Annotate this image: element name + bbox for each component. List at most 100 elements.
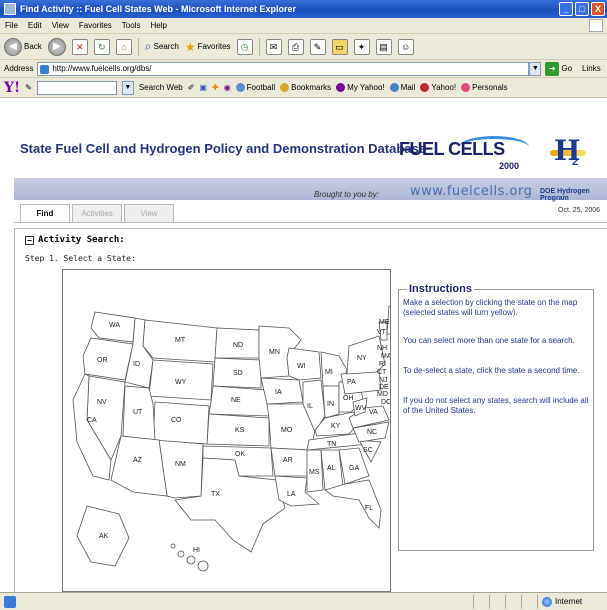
print-icon[interactable]: ⎙ — [287, 38, 304, 55]
menu-view[interactable]: View — [52, 21, 69, 30]
page-date: Oct. 25, 2006 — [558, 207, 601, 214]
state-shapes — [72, 305, 390, 553]
folder-icon[interactable]: ▭ — [331, 38, 348, 55]
security-zone[interactable]: Internet — [537, 594, 607, 609]
us-state-map[interactable]: WA OR ID MT ND SD MN WI MI NY VT ME NH M… — [62, 269, 391, 592]
toolbar-separator — [137, 37, 139, 56]
menu-help[interactable]: Help — [150, 21, 166, 30]
menu-file[interactable]: File — [5, 21, 18, 30]
state-az[interactable] — [110, 435, 168, 497]
map-label-nv: NV — [97, 399, 107, 406]
messenger-icon[interactable]: ✦ — [353, 38, 370, 55]
address-label: Address — [4, 64, 34, 73]
yahoo-toolbar: Y! ✎ ▼ Search Web ✐ ▣ ✚ ◉ Football Bookm… — [0, 78, 607, 98]
tab-find[interactable]: Find — [20, 204, 70, 222]
map-label-ca: CA — [87, 417, 97, 424]
map-label-nd: ND — [233, 342, 243, 349]
go-button[interactable]: ➜ Go — [545, 61, 572, 76]
search-label: Search — [153, 42, 179, 51]
instruction-paragraph: To de-select a state, click the state a … — [403, 366, 580, 375]
yahoo-item-football[interactable]: Football — [235, 83, 275, 92]
home-icon[interactable]: ⌂ — [115, 38, 132, 55]
map-label-ct: CT — [377, 369, 387, 376]
map-label-ma: MA — [381, 353, 391, 360]
doe-program-label: DOE Hydrogen Program — [540, 188, 590, 202]
answers-icon[interactable]: ◉ — [224, 83, 231, 92]
state-ia[interactable] — [260, 377, 304, 405]
map-label-dc: DC — [381, 399, 391, 406]
hawaii[interactable] — [170, 543, 209, 572]
tab-view[interactable]: View — [124, 204, 174, 222]
menu-tools[interactable]: Tools — [122, 21, 141, 30]
back-button[interactable]: ◀ Back — [4, 37, 42, 56]
yahoo-logo[interactable]: Y! — [4, 80, 20, 96]
edit-icon[interactable]: ✎ — [309, 38, 326, 55]
yahoo-item-mail[interactable]: Mail — [389, 83, 415, 92]
map-label-md: MD — [377, 391, 388, 398]
map-label-va: VA — [369, 409, 378, 416]
address-input[interactable]: http://www.fuelcells.org/dbs/ — [37, 61, 530, 76]
map-label-co: CO — [171, 417, 182, 424]
links-button[interactable]: Links — [582, 64, 601, 73]
map-label-ks: KS — [235, 427, 245, 434]
address-dropdown-icon[interactable]: ▼ — [529, 61, 542, 76]
favorites-button[interactable]: ★ Favorites — [185, 40, 231, 54]
popup-blocker-icon[interactable]: ▣ — [199, 83, 207, 92]
map-label-az: AZ — [133, 457, 143, 464]
research-icon[interactable]: ▤ — [375, 38, 392, 55]
yahoo-search-web-button[interactable]: Search Web — [139, 83, 183, 92]
my-yahoo-icon — [336, 83, 346, 92]
window-title: Find Activity :: Fuel Cell States Web - … — [20, 4, 297, 14]
people-icon[interactable]: ☺ — [397, 38, 414, 55]
status-cell — [521, 594, 537, 609]
map-label-nm: NM — [175, 461, 186, 468]
yahoo-item-yahoo[interactable]: Yahoo! — [420, 83, 456, 92]
standard-toolbar: ◀ Back ▶ ✕ ↻ ⌂ ⌕ Search ★ Favorites ◷ ✉ … — [0, 34, 607, 60]
maximize-button[interactable]: □ — [575, 2, 589, 16]
yahoo-item-my-yahoo[interactable]: My Yahoo! — [336, 83, 385, 92]
menu-favorites[interactable]: Favorites — [79, 21, 112, 30]
tab-bar: Find Activities View — [20, 204, 174, 222]
forward-button[interactable]: ▶ — [47, 37, 66, 56]
minimize-button[interactable]: _ — [559, 2, 573, 16]
instructions-box: Instructions Make a selection by clickin… — [398, 283, 594, 551]
map-label-mo: MO — [281, 427, 293, 434]
instructions-title: Instructions — [407, 283, 474, 295]
map-label-wi: WI — [297, 363, 306, 370]
state-fl[interactable] — [324, 479, 382, 529]
status-cell — [473, 594, 489, 609]
pencil-icon[interactable]: ✎ — [25, 83, 32, 92]
highlight-icon[interactable]: ✐ — [188, 83, 195, 92]
yahoo-item-personals[interactable]: Personals — [461, 83, 508, 92]
menu-edit[interactable]: Edit — [28, 21, 42, 30]
yahoo-item-label: Personals — [472, 83, 508, 92]
site-url-link[interactable]: www.fuelcells.org — [410, 184, 532, 199]
refresh-icon[interactable]: ↻ — [93, 38, 110, 55]
instruction-paragraph: You can select more than one state for a… — [403, 336, 575, 345]
map-label-ia: IA — [275, 389, 282, 396]
collapse-icon[interactable]: − — [25, 235, 34, 245]
map-label-la: LA — [287, 491, 296, 498]
menu-bar: File Edit View Favorites Tools Help — [0, 18, 607, 34]
close-button[interactable]: X — [591, 2, 605, 16]
tab-activities[interactable]: Activities — [72, 204, 122, 222]
instruction-paragraph: If you do not select any states, search … — [403, 396, 589, 415]
yahoo-search-input[interactable] — [36, 80, 117, 95]
history-icon[interactable]: ◷ — [236, 38, 253, 55]
games-icon[interactable]: ✚ — [212, 83, 219, 92]
personals-icon — [461, 83, 471, 92]
yahoo-search-dropdown-icon[interactable]: ▼ — [121, 80, 134, 95]
map-label-tn: TN — [327, 441, 336, 448]
stop-icon[interactable]: ✕ — [71, 38, 88, 55]
doe-h2-logo[interactable]: H 2 — [548, 130, 588, 172]
mail-icon[interactable]: ✉ — [265, 38, 282, 55]
activity-search-header[interactable]: − Activity Search: — [25, 235, 125, 245]
search-button[interactable]: ⌕ Search — [145, 39, 179, 54]
map-label-mt: MT — [175, 337, 186, 344]
window-titlebar: Find Activity :: Fuel Cell States Web - … — [0, 0, 607, 18]
state-or[interactable] — [82, 337, 134, 381]
yahoo-item-bookmarks[interactable]: Bookmarks — [280, 83, 331, 92]
bookmarks-icon — [280, 83, 290, 92]
fuel-cells-2000-logo[interactable]: FUEL CELLS 2000 — [399, 136, 534, 174]
map-label-fl: FL — [365, 505, 373, 512]
